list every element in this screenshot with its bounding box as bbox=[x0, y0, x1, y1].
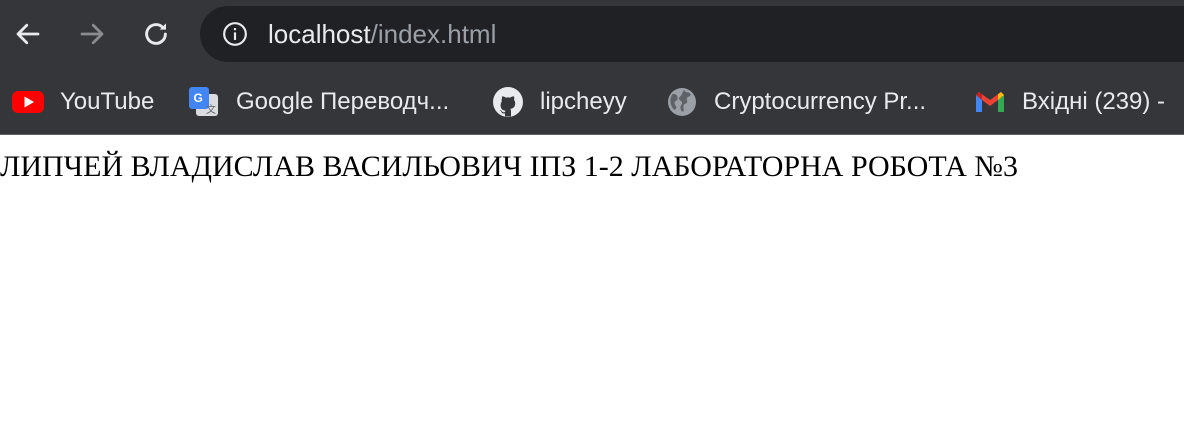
bookmark-label: Cryptocurrency Pr... bbox=[714, 87, 927, 115]
bookmark-github[interactable]: lipcheyy bbox=[492, 68, 627, 135]
arrow-right-icon bbox=[80, 23, 104, 45]
bookmark-label: lipcheyy bbox=[540, 87, 627, 115]
url-text[interactable]: localhost/index.html bbox=[268, 6, 496, 62]
forward-button[interactable] bbox=[72, 14, 112, 54]
url-host: localhost bbox=[268, 19, 371, 49]
bookmark-google-translate[interactable]: G 文 Google Переводч... bbox=[188, 68, 449, 135]
page-heading: ЛИПЧЕЙ ВЛАДИСЛАВ ВАСИЛЬОВИЧ ІПЗ 1-2 ЛАБО… bbox=[0, 150, 1018, 183]
arrow-left-icon bbox=[16, 23, 40, 45]
browser-toolbar: localhost/index.html bbox=[0, 0, 1184, 68]
bookmark-label: Google Переводч... bbox=[236, 87, 450, 115]
gmail-icon bbox=[974, 86, 1006, 118]
bookmark-cryptocurrency[interactable]: Cryptocurrency Pr... bbox=[666, 68, 926, 135]
svg-text:文: 文 bbox=[206, 103, 216, 116]
bookmark-label: Вхідні (239) - bbox=[1022, 87, 1166, 115]
browser-chrome: localhost/index.html YouTube G 文 Google … bbox=[0, 0, 1184, 135]
bookmark-label: YouTube bbox=[60, 87, 155, 115]
reload-icon bbox=[145, 23, 167, 45]
github-icon bbox=[492, 86, 524, 118]
svg-text:G: G bbox=[194, 91, 203, 105]
globe-icon bbox=[666, 86, 698, 118]
youtube-icon bbox=[12, 86, 44, 118]
reload-button[interactable] bbox=[136, 14, 176, 54]
bookmark-gmail[interactable]: Вхідні (239) - bbox=[974, 68, 1165, 135]
url-path: /index.html bbox=[370, 19, 497, 49]
address-bar[interactable]: localhost/index.html bbox=[200, 6, 1184, 62]
bookmark-youtube[interactable]: YouTube bbox=[12, 68, 154, 135]
google-translate-icon: G 文 bbox=[188, 86, 220, 118]
bookmarks-bar: YouTube G 文 Google Переводч... lipcheyy … bbox=[0, 68, 1184, 135]
info-icon[interactable] bbox=[222, 21, 248, 47]
back-button[interactable] bbox=[8, 14, 48, 54]
